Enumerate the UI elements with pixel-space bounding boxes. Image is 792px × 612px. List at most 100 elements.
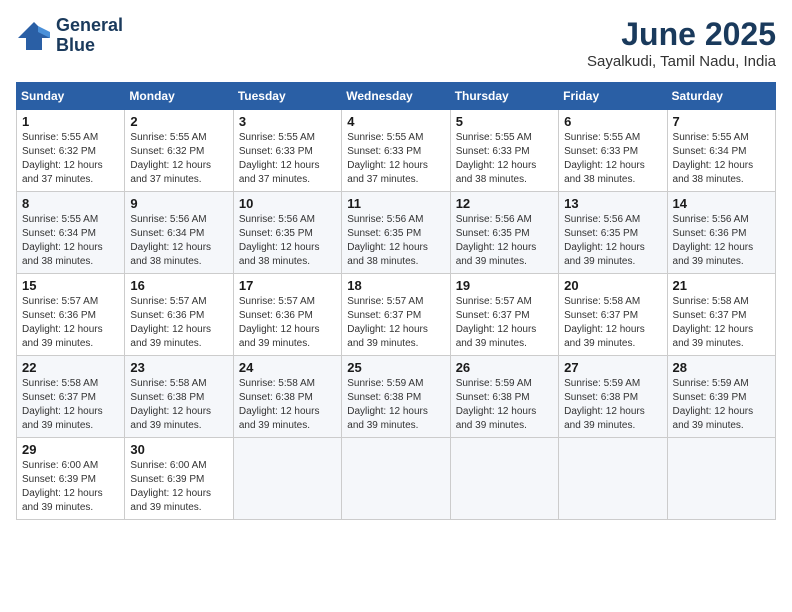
day-number: 9 (130, 196, 227, 211)
calendar-cell: 28 Sunrise: 5:59 AMSunset: 6:39 PMDayligh… (667, 356, 775, 438)
day-number: 24 (239, 360, 336, 375)
calendar-cell: 14 Sunrise: 5:56 AMSunset: 6:36 PMDayligh… (667, 192, 775, 274)
day-info: Sunrise: 5:57 AMSunset: 6:36 PMDaylight:… (130, 295, 227, 351)
day-number: 10 (239, 196, 336, 211)
calendar-table: Sunday Monday Tuesday Wednesday Thursday… (16, 82, 776, 520)
day-info: Sunrise: 5:55 AMSunset: 6:34 PMDaylight:… (22, 213, 119, 269)
day-info: Sunrise: 5:55 AMSunset: 6:32 PMDaylight:… (130, 131, 227, 187)
table-row: 22 Sunrise: 5:58 AMSunset: 6:37 PMDayligh… (17, 356, 776, 438)
calendar-cell: 23 Sunrise: 5:58 AMSunset: 6:38 PMDayligh… (125, 356, 233, 438)
calendar-cell: 3 Sunrise: 5:55 AMSunset: 6:33 PMDaylight… (233, 110, 341, 192)
col-tuesday: Tuesday (233, 83, 341, 110)
day-number: 1 (22, 114, 119, 129)
calendar-cell: 17Sunrise: 5:57 AMSunset: 6:36 PMDayligh… (233, 274, 341, 356)
header-row: Sunday Monday Tuesday Wednesday Thursday… (17, 83, 776, 110)
day-number: 5 (456, 114, 553, 129)
day-info: Sunrise: 5:56 AMSunset: 6:36 PMDaylight:… (673, 213, 770, 269)
table-row: 29Sunrise: 6:00 AMSunset: 6:39 PMDayligh… (17, 438, 776, 520)
day-info: Sunrise: 5:58 AMSunset: 6:38 PMDaylight:… (130, 377, 227, 433)
day-info: Sunrise: 5:56 AMSunset: 6:35 PMDaylight:… (239, 213, 336, 269)
day-number: 22 (22, 360, 119, 375)
calendar-cell: 2Sunrise: 5:55 AMSunset: 6:32 PMDaylight… (125, 110, 233, 192)
day-info: Sunrise: 5:55 AMSunset: 6:33 PMDaylight:… (239, 131, 336, 187)
day-number: 17 (239, 278, 336, 293)
calendar-cell: 9 Sunrise: 5:56 AMSunset: 6:34 PMDaylight… (125, 192, 233, 274)
col-sunday: Sunday (17, 83, 125, 110)
calendar-cell: 27 Sunrise: 5:59 AMSunset: 6:38 PMDayligh… (559, 356, 667, 438)
day-number: 7 (673, 114, 770, 129)
calendar-body: 1 Sunrise: 5:55 AMSunset: 6:32 PMDaylight… (17, 110, 776, 520)
title-block: June 2025 Sayalkudi, Tamil Nadu, India (587, 16, 776, 70)
day-info: Sunrise: 5:57 AMSunset: 6:36 PMDaylight:… (22, 295, 119, 351)
logo-text: General Blue (56, 16, 123, 56)
calendar-cell: 11 Sunrise: 5:56 AMSunset: 6:35 PMDayligh… (342, 192, 450, 274)
table-row: 15 Sunrise: 5:57 AMSunset: 6:36 PMDayligh… (17, 274, 776, 356)
day-number: 3 (239, 114, 336, 129)
calendar-cell: 25 Sunrise: 5:59 AMSunset: 6:38 PMDayligh… (342, 356, 450, 438)
day-info: Sunrise: 5:55 AMSunset: 6:32 PMDaylight:… (22, 131, 119, 187)
day-info: Sunrise: 5:56 AMSunset: 6:34 PMDaylight:… (130, 213, 227, 269)
day-number: 12 (456, 196, 553, 211)
calendar-cell: 15 Sunrise: 5:57 AMSunset: 6:36 PMDayligh… (17, 274, 125, 356)
day-info: Sunrise: 5:55 AMSunset: 6:33 PMDaylight:… (347, 131, 444, 187)
calendar-cell: 4 Sunrise: 5:55 AMSunset: 6:33 PMDaylight… (342, 110, 450, 192)
calendar-cell (233, 438, 341, 520)
col-monday: Monday (125, 83, 233, 110)
calendar-cell: 10 Sunrise: 5:56 AMSunset: 6:35 PMDayligh… (233, 192, 341, 274)
calendar-cell: 30Sunrise: 6:00 AMSunset: 6:39 PMDayligh… (125, 438, 233, 520)
calendar-cell: 16Sunrise: 5:57 AMSunset: 6:36 PMDayligh… (125, 274, 233, 356)
day-number: 21 (673, 278, 770, 293)
day-number: 29 (22, 442, 119, 457)
day-number: 20 (564, 278, 661, 293)
day-info: Sunrise: 5:59 AMSunset: 6:38 PMDaylight:… (347, 377, 444, 433)
col-saturday: Saturday (667, 83, 775, 110)
table-row: 8 Sunrise: 5:55 AMSunset: 6:34 PMDaylight… (17, 192, 776, 274)
col-thursday: Thursday (450, 83, 558, 110)
calendar-cell (667, 438, 775, 520)
col-wednesday: Wednesday (342, 83, 450, 110)
day-number: 15 (22, 278, 119, 293)
calendar-cell: 5 Sunrise: 5:55 AMSunset: 6:33 PMDaylight… (450, 110, 558, 192)
day-number: 19 (456, 278, 553, 293)
day-number: 6 (564, 114, 661, 129)
calendar-cell: 8 Sunrise: 5:55 AMSunset: 6:34 PMDaylight… (17, 192, 125, 274)
day-info: Sunrise: 5:59 AMSunset: 6:38 PMDaylight:… (456, 377, 553, 433)
day-info: Sunrise: 5:57 AMSunset: 6:37 PMDaylight:… (347, 295, 444, 351)
day-number: 14 (673, 196, 770, 211)
day-number: 30 (130, 442, 227, 457)
day-info: Sunrise: 5:56 AMSunset: 6:35 PMDaylight:… (564, 213, 661, 269)
day-number: 27 (564, 360, 661, 375)
day-number: 28 (673, 360, 770, 375)
calendar-cell: 7Sunrise: 5:55 AMSunset: 6:34 PMDaylight… (667, 110, 775, 192)
day-info: Sunrise: 5:55 AMSunset: 6:33 PMDaylight:… (456, 131, 553, 187)
calendar-cell: 26 Sunrise: 5:59 AMSunset: 6:38 PMDayligh… (450, 356, 558, 438)
calendar-cell: 1 Sunrise: 5:55 AMSunset: 6:32 PMDaylight… (17, 110, 125, 192)
day-number: 8 (22, 196, 119, 211)
calendar-cell: 20 Sunrise: 5:58 AMSunset: 6:37 PMDayligh… (559, 274, 667, 356)
day-info: Sunrise: 5:59 AMSunset: 6:39 PMDaylight:… (673, 377, 770, 433)
day-info: Sunrise: 5:56 AMSunset: 6:35 PMDaylight:… (456, 213, 553, 269)
day-number: 4 (347, 114, 444, 129)
day-info: Sunrise: 5:57 AMSunset: 6:37 PMDaylight:… (456, 295, 553, 351)
calendar-cell: 18 Sunrise: 5:57 AMSunset: 6:37 PMDayligh… (342, 274, 450, 356)
calendar-cell: 24Sunrise: 5:58 AMSunset: 6:38 PMDayligh… (233, 356, 341, 438)
logo-icon (16, 18, 52, 54)
location-title: Sayalkudi, Tamil Nadu, India (587, 53, 776, 70)
day-info: Sunrise: 5:55 AMSunset: 6:33 PMDaylight:… (564, 131, 661, 187)
day-info: Sunrise: 5:56 AMSunset: 6:35 PMDaylight:… (347, 213, 444, 269)
day-number: 11 (347, 196, 444, 211)
calendar-cell: 19 Sunrise: 5:57 AMSunset: 6:37 PMDayligh… (450, 274, 558, 356)
day-number: 13 (564, 196, 661, 211)
day-number: 26 (456, 360, 553, 375)
calendar-cell: 13 Sunrise: 5:56 AMSunset: 6:35 PMDayligh… (559, 192, 667, 274)
day-info: Sunrise: 5:58 AMSunset: 6:37 PMDaylight:… (564, 295, 661, 351)
day-number: 18 (347, 278, 444, 293)
day-number: 23 (130, 360, 227, 375)
day-info: Sunrise: 5:59 AMSunset: 6:38 PMDaylight:… (564, 377, 661, 433)
day-number: 25 (347, 360, 444, 375)
calendar-cell: 22 Sunrise: 5:58 AMSunset: 6:37 PMDayligh… (17, 356, 125, 438)
day-info: Sunrise: 5:58 AMSunset: 6:37 PMDaylight:… (22, 377, 119, 433)
calendar-cell: 21Sunrise: 5:58 AMSunset: 6:37 PMDayligh… (667, 274, 775, 356)
calendar-cell (559, 438, 667, 520)
table-row: 1 Sunrise: 5:55 AMSunset: 6:32 PMDaylight… (17, 110, 776, 192)
